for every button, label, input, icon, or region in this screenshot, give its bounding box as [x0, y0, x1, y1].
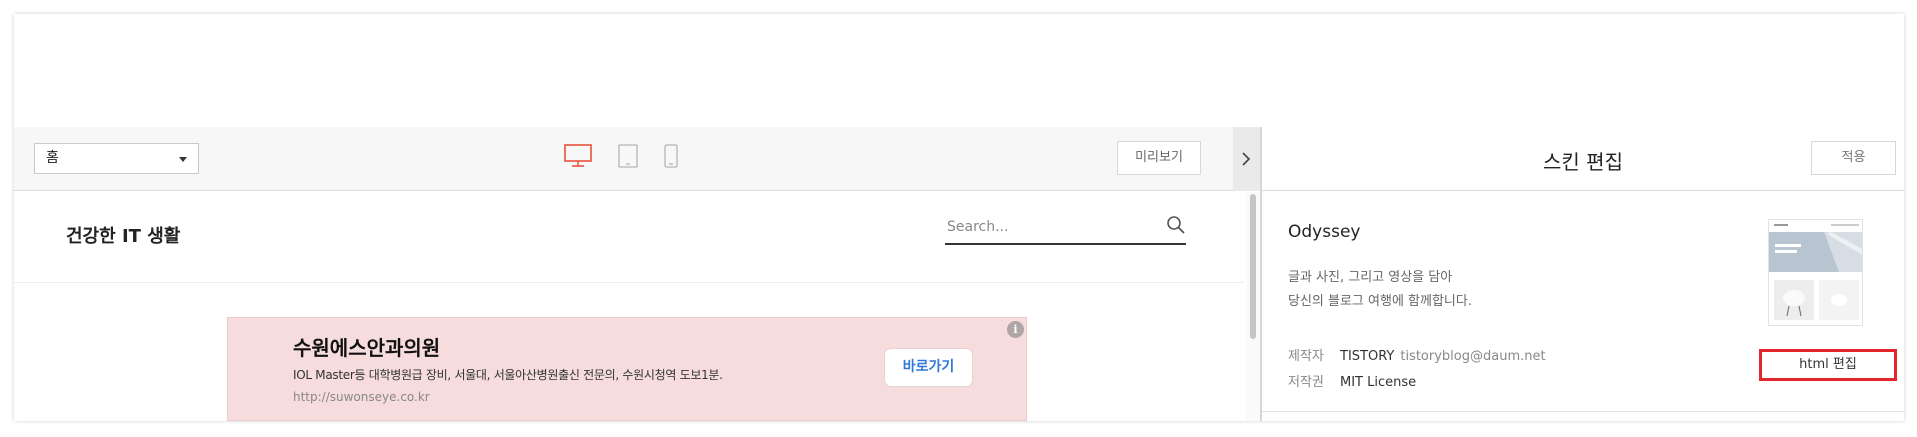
search-box	[945, 212, 1186, 245]
author-name: TISTORY	[1340, 349, 1395, 364]
blog-title[interactable]: 건강한 IT 생활	[66, 222, 180, 248]
ad-url[interactable]: http://suwonseye.co.kr	[293, 390, 430, 404]
ad-banner[interactable]: 수원에스안과의원 IOL Master등 대학병원급 장비, 서울대, 서울아산…	[227, 317, 1027, 421]
apply-button[interactable]: 적용	[1811, 141, 1896, 175]
tablet-icon[interactable]	[618, 144, 638, 168]
search-input[interactable]	[947, 216, 1147, 238]
preview-toolbar: 홈 미리보기	[14, 127, 1260, 191]
panel-title: 스킨 편집	[1543, 150, 1623, 174]
mobile-icon[interactable]	[664, 144, 678, 168]
panel-header: 스킨 편집 적용	[1262, 127, 1904, 191]
preview-scrollbar[interactable]	[1246, 192, 1260, 421]
chevron-right-icon	[1242, 152, 1251, 166]
collapse-panel-button[interactable]	[1233, 127, 1260, 191]
page-select[interactable]: 홈	[34, 143, 199, 174]
skin-thumbnail	[1768, 219, 1863, 326]
html-edit-button[interactable]: html 편집	[1759, 349, 1897, 381]
skin-edit-panel: 스킨 편집 적용 Odyssey 글과 사진, 그리고 영상을 담아 당신의 블…	[1262, 127, 1904, 421]
skin-license: 저작권 MIT License	[1288, 371, 1416, 390]
skin-description: 글과 사진, 그리고 영상을 담아 당신의 블로그 여행에 함께합니다.	[1288, 266, 1472, 314]
author-label: 제작자	[1288, 349, 1324, 364]
skin-description-line: 당신의 블로그 여행에 함께합니다.	[1288, 294, 1472, 309]
ad-title: 수원에스안과의원	[293, 336, 441, 360]
blog-preview: 건강한 IT 생활 수원에스안과의원 IOL Master등 대학병원급 장비,…	[14, 192, 1260, 421]
search-icon[interactable]	[1166, 215, 1186, 239]
editor-pane: 홈 미리보기 건강한 IT 생활 Search... 수원에스안과의원 IOL …	[14, 14, 1260, 421]
skin-author: 제작자 TISTORY tistoryblog@daum.net	[1288, 345, 1546, 364]
license-value: MIT License	[1340, 375, 1417, 390]
ad-cta-button[interactable]: 바로가기	[884, 348, 973, 387]
blog-header: 건강한 IT 생활	[14, 192, 1244, 283]
skin-editor-window: 홈 미리보기 건강한 IT 생활 Search... 수원에스안과의원 IOL …	[14, 14, 1904, 421]
author-email: tistoryblog@daum.net	[1400, 349, 1546, 364]
preview-button[interactable]: 미리보기	[1117, 141, 1201, 175]
panel-bottom-border	[1262, 411, 1904, 412]
info-icon[interactable]: i	[1007, 321, 1024, 338]
ad-description: IOL Master등 대학병원급 장비, 서울대, 서울아산병원출신 전문의,…	[293, 368, 723, 382]
skin-name: Odyssey	[1288, 222, 1361, 242]
dropdown-caret-icon	[179, 157, 187, 162]
license-label: 저작권	[1288, 375, 1324, 390]
scroll-thumb[interactable]	[1250, 194, 1256, 339]
skin-description-line: 글과 사진, 그리고 영상을 담아	[1288, 270, 1453, 285]
page-select-value: 홈	[46, 150, 59, 166]
desktop-icon[interactable]	[564, 144, 592, 168]
